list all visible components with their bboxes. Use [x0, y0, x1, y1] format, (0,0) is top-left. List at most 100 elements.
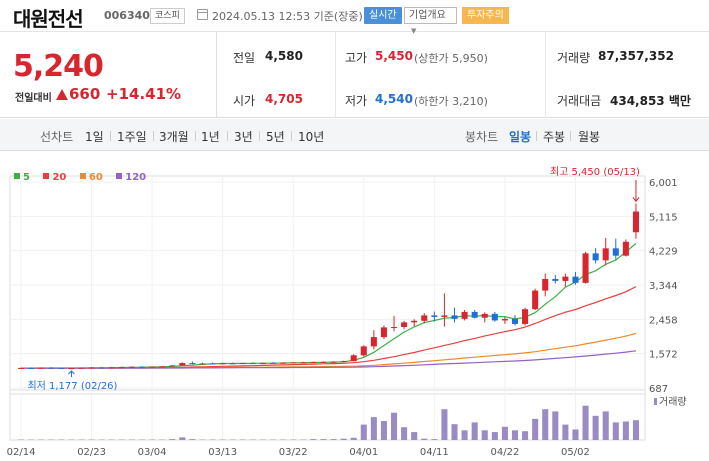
- divider: [570, 131, 571, 141]
- ma5-line: [21, 243, 637, 369]
- tab-10y[interactable]: 10년: [298, 128, 324, 145]
- volume-bar: [592, 415, 599, 440]
- candle-body: [401, 322, 408, 328]
- volume-bar: [330, 439, 337, 440]
- candle-body: [391, 327, 398, 329]
- volume-bar: [350, 437, 357, 440]
- volume-bar: [169, 439, 176, 440]
- volume-bar: [532, 418, 539, 440]
- y-tick-label: 5,115: [649, 212, 678, 223]
- stock-header: 대원전선 006340 코스피 2024.05.13 12:53 기준(장중) …: [0, 0, 709, 35]
- legend-ma5: 5: [14, 172, 30, 183]
- amount-value: 434,853 백만: [610, 94, 691, 108]
- candle-body: [38, 367, 45, 369]
- amount-label: 거래대금: [557, 94, 602, 108]
- chart-tabs: 선차트 1일 1주일 3개월 1년 3년 5년 10년 봉차트 일봉 주봉 월봉: [0, 119, 709, 151]
- divider: [259, 131, 260, 141]
- divider: [195, 131, 196, 141]
- volume-bar: [632, 420, 639, 440]
- tab-daily[interactable]: 일봉: [509, 128, 531, 145]
- x-tick-label: 04/11: [420, 447, 449, 458]
- y-tick-label: 687: [649, 384, 668, 395]
- candle-body: [239, 363, 246, 365]
- change-label: 전일대비: [15, 93, 52, 104]
- candle-body: [360, 346, 367, 356]
- candle-body: [481, 313, 488, 318]
- candle-body: [562, 276, 569, 281]
- current-price-panel: 5,240 전일대비 660 +14.41%: [0, 32, 217, 118]
- candle-body: [189, 363, 196, 365]
- candle-body: [229, 363, 236, 365]
- volume-bar: [360, 424, 367, 440]
- tab-3y[interactable]: 3년: [234, 128, 253, 145]
- divider: [110, 131, 111, 141]
- investment-warning-badge[interactable]: 투자주의: [462, 7, 509, 24]
- tab-weekly[interactable]: 주봉: [543, 128, 565, 145]
- volume-bar: [491, 432, 498, 440]
- candle-body: [310, 362, 317, 364]
- divider: [153, 131, 154, 141]
- volume-label: 거래량: [659, 396, 687, 408]
- company-overview-dropdown[interactable]: 기업개요▼: [404, 7, 457, 35]
- divider: [335, 32, 336, 118]
- candle-body: [612, 248, 619, 256]
- candle-body: [461, 311, 468, 319]
- low-label: 저가: [345, 94, 368, 108]
- candle-body: [491, 313, 498, 321]
- candle-body: [209, 363, 216, 365]
- x-tick-label: 03/22: [279, 447, 308, 458]
- legend-label: 5: [23, 172, 30, 183]
- realtime-button[interactable]: 실시간: [364, 7, 402, 24]
- candle-body: [78, 367, 85, 369]
- candle-body: [441, 315, 448, 317]
- tab-1d[interactable]: 1일: [85, 128, 104, 145]
- upper-limit: (상한가 5,950): [414, 52, 488, 65]
- tab-5y[interactable]: 5년: [266, 128, 285, 145]
- legend-label: 20: [52, 172, 67, 183]
- volume-bar: [542, 409, 549, 440]
- candlestick-chart[interactable]: 6,001 5,115 4,229 3,344 2,458 1,572 687 02/14 02…: [0, 152, 709, 461]
- divider: [545, 32, 546, 118]
- candle-body: [219, 363, 226, 365]
- current-price: 5,240: [13, 49, 104, 84]
- candle-chart-label[interactable]: 봉차트: [465, 128, 498, 145]
- stock-chart[interactable]: 5 20 60 120 6,001 5,115 4,229 3,344 2,458 1,5…: [0, 152, 709, 461]
- high-value: 5,450: [375, 49, 413, 63]
- divider: [227, 131, 228, 141]
- candle-body: [280, 362, 287, 364]
- volume-bar: [441, 409, 448, 440]
- y-tick-label: 2,458: [649, 315, 678, 326]
- candle-body: [179, 363, 186, 366]
- candle-body: [290, 362, 297, 364]
- volume-bar: [370, 417, 377, 440]
- calendar-icon: [197, 9, 208, 20]
- legend-swatch: [116, 173, 123, 179]
- candle-body: [108, 367, 115, 369]
- candle-body: [522, 309, 529, 324]
- candle-body: [169, 365, 176, 367]
- tab-1y[interactable]: 1년: [201, 128, 220, 145]
- volume-value: 87,357,352: [598, 49, 674, 63]
- candle-body: [340, 361, 347, 363]
- candle-body: [380, 327, 387, 338]
- tab-1w[interactable]: 1주일: [117, 128, 147, 145]
- tab-monthly[interactable]: 월봉: [578, 128, 600, 145]
- tab-3m[interactable]: 3개월: [159, 128, 189, 145]
- volume-bar: [431, 439, 438, 440]
- timestamp: 2024.05.13 12:53 기준(장중): [212, 10, 363, 23]
- prev-close-label: 전일: [233, 51, 256, 65]
- candle-body: [270, 362, 277, 364]
- candle-body: [592, 253, 599, 261]
- candle-body: [622, 241, 629, 256]
- line-chart-label[interactable]: 선차트: [40, 128, 73, 145]
- candle-body: [48, 367, 55, 369]
- open-label: 시가: [233, 94, 256, 108]
- candle-body: [421, 315, 428, 321]
- ma20-line: [21, 286, 637, 369]
- legend-label: 120: [125, 172, 147, 183]
- x-tick-label: 02/14: [7, 447, 36, 458]
- prev-close-value: 4,580: [265, 49, 303, 63]
- volume-bar: [481, 430, 488, 440]
- candle-body: [118, 367, 125, 369]
- ma60-line: [21, 332, 637, 369]
